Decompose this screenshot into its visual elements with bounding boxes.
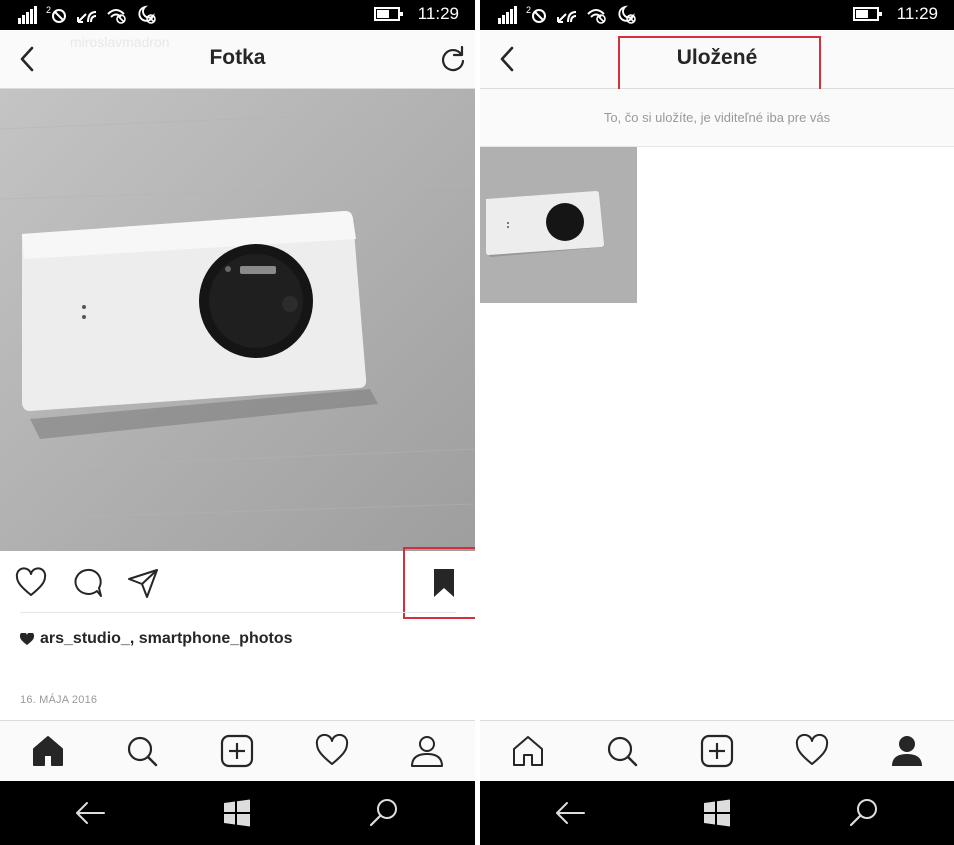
windows-start-icon[interactable] xyxy=(701,797,733,829)
windows-search-icon[interactable] xyxy=(368,797,400,829)
profile-icon[interactable] xyxy=(409,733,445,769)
photo-screen: 2 11:29 miroslavmadron Fotka ars_studio_… xyxy=(0,0,475,845)
highlight-box-bookmark xyxy=(403,547,475,619)
clock: 11:29 xyxy=(896,4,938,23)
like-heart-icon xyxy=(20,632,34,645)
status-bar: 2 11:29 xyxy=(0,0,475,30)
highlight-box-title xyxy=(618,36,821,93)
comment-icon[interactable] xyxy=(71,567,103,599)
quiet-hours-icon xyxy=(618,5,636,24)
thumbnail-image xyxy=(480,147,637,303)
sim2-signal-off-icon: 2 xyxy=(46,5,66,23)
windows-nav-bar xyxy=(480,781,954,845)
bottom-tab-bar xyxy=(0,720,475,781)
svg-text:2: 2 xyxy=(46,5,51,15)
signal-strength-icon xyxy=(498,6,517,24)
divider xyxy=(20,612,456,613)
add-post-icon[interactable] xyxy=(699,733,735,769)
clock: 11:29 xyxy=(417,4,459,23)
home-icon[interactable] xyxy=(510,733,546,769)
saved-info-bar: To, čo si uložíte, je viditeľné iba pre … xyxy=(480,89,954,147)
phone-camera-image xyxy=(0,89,475,551)
activity-heart-icon[interactable] xyxy=(794,733,830,769)
bottom-tab-bar xyxy=(480,720,954,781)
likes-line: ars_studio_, smartphone_photos xyxy=(20,630,293,648)
battery-icon xyxy=(852,7,882,21)
windows-back-icon[interactable] xyxy=(554,797,586,829)
page-title: Fotka xyxy=(209,46,266,69)
refresh-icon[interactable] xyxy=(439,44,467,74)
battery-icon xyxy=(373,7,403,21)
windows-start-icon[interactable] xyxy=(221,797,253,829)
post-photo[interactable] xyxy=(0,89,475,551)
sim2-signal-off-icon: 2 xyxy=(526,5,546,23)
windows-back-icon[interactable] xyxy=(74,797,106,829)
data-transfer-icon xyxy=(557,11,577,23)
windows-nav-bar xyxy=(0,781,475,845)
activity-heart-icon[interactable] xyxy=(314,733,350,769)
wifi-icon xyxy=(107,9,126,24)
search-icon[interactable] xyxy=(604,733,640,769)
share-direct-icon[interactable] xyxy=(127,567,159,599)
header-bar: miroslavmadron Fotka xyxy=(0,30,475,89)
svg-text:2: 2 xyxy=(526,5,531,15)
signal-strength-icon xyxy=(18,6,37,24)
windows-search-icon[interactable] xyxy=(848,797,880,829)
home-filled-icon[interactable] xyxy=(30,733,66,769)
post-date: 16. MÁJA 2016 xyxy=(20,694,98,706)
saved-screen: 2 11:29 Uložené To, čo si uložíte, je vi… xyxy=(480,0,954,845)
status-bar: 2 11:29 xyxy=(480,0,954,30)
likes-users[interactable]: ars_studio_, smartphone_photos xyxy=(40,630,293,648)
search-icon[interactable] xyxy=(124,733,160,769)
heart-icon[interactable] xyxy=(15,567,47,599)
saved-post-thumbnail[interactable] xyxy=(480,147,637,303)
profile-filled-icon[interactable] xyxy=(889,733,925,769)
data-transfer-icon xyxy=(77,11,97,23)
saved-privacy-note: To, čo si uložíte, je viditeľné iba pre … xyxy=(603,110,831,125)
quiet-hours-icon xyxy=(138,5,156,24)
wifi-icon xyxy=(587,9,606,24)
add-post-icon[interactable] xyxy=(219,733,255,769)
